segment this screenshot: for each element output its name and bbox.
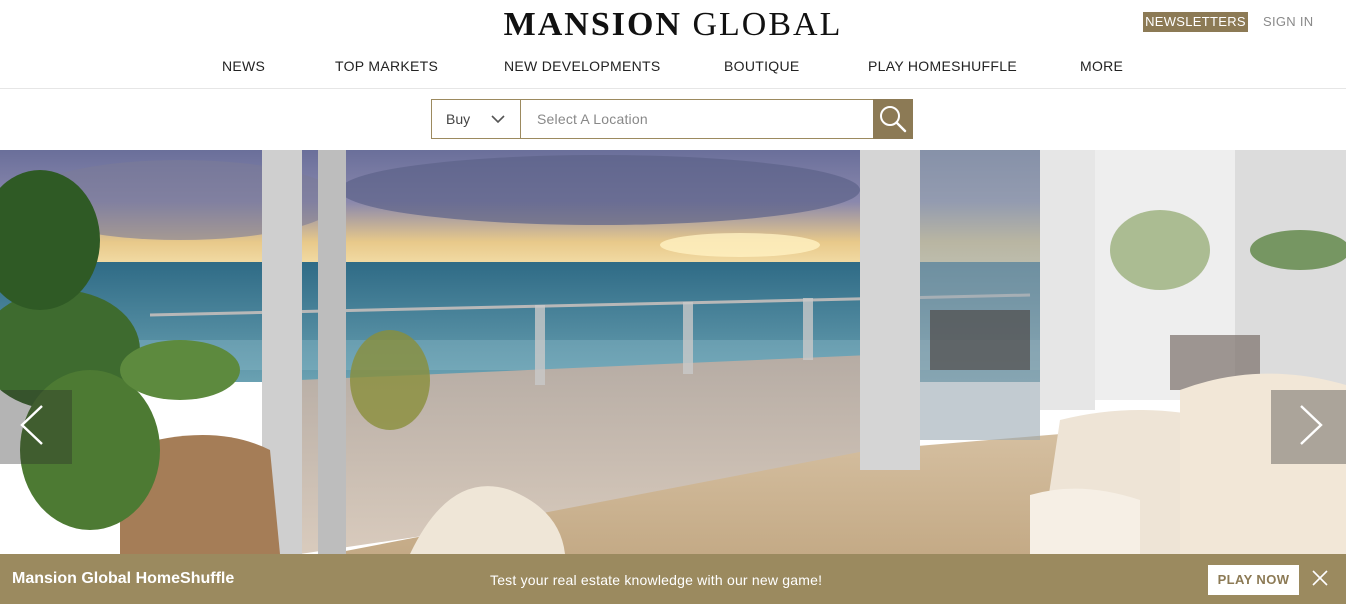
- carousel-prev-button[interactable]: [0, 390, 72, 464]
- close-icon[interactable]: [1311, 569, 1329, 587]
- listing-type-value: Buy: [446, 111, 471, 127]
- nav-item-news[interactable]: NEWS: [222, 58, 265, 74]
- nav-item-new-developments[interactable]: NEW DEVELOPMENTS: [504, 58, 661, 74]
- search-button[interactable]: [873, 99, 913, 139]
- search-icon: [880, 106, 907, 133]
- site-header: MANSION GLOBAL NEWSLETTERS SIGN IN NEWS …: [0, 0, 1346, 89]
- play-now-button[interactable]: PLAY NOW: [1208, 565, 1299, 595]
- chevron-down-icon: [491, 115, 505, 124]
- nav-item-play-homeshuffle[interactable]: PLAY HOMESHUFFLE: [868, 58, 1017, 74]
- property-search-bar: Buy Select A Location: [431, 99, 913, 139]
- hero-carousel: [0, 150, 1346, 554]
- nav-item-top-markets[interactable]: TOP MARKETS: [335, 58, 438, 74]
- hero-image: [0, 150, 1346, 554]
- logo-light-text: GLOBAL: [692, 6, 843, 43]
- chevron-right-icon: [1300, 405, 1323, 445]
- listing-type-select[interactable]: Buy: [432, 100, 521, 138]
- homeshuffle-promo-bar: Mansion Global HomeShuffle Test your rea…: [0, 554, 1346, 604]
- carousel-next-button[interactable]: [1271, 390, 1346, 464]
- promo-title: Mansion Global HomeShuffle: [12, 570, 235, 587]
- newsletters-button[interactable]: NEWSLETTERS: [1143, 12, 1248, 32]
- promo-text: Test your real estate knowledge with our…: [490, 572, 823, 588]
- nav-item-more[interactable]: MORE: [1080, 58, 1123, 74]
- chevron-left-icon: [20, 405, 43, 445]
- nav-item-boutique[interactable]: BOUTIQUE: [724, 58, 800, 74]
- sign-in-link[interactable]: SIGN IN: [1263, 12, 1314, 32]
- location-input[interactable]: Select A Location: [537, 111, 648, 127]
- logo-bold-text: MANSION: [503, 6, 682, 43]
